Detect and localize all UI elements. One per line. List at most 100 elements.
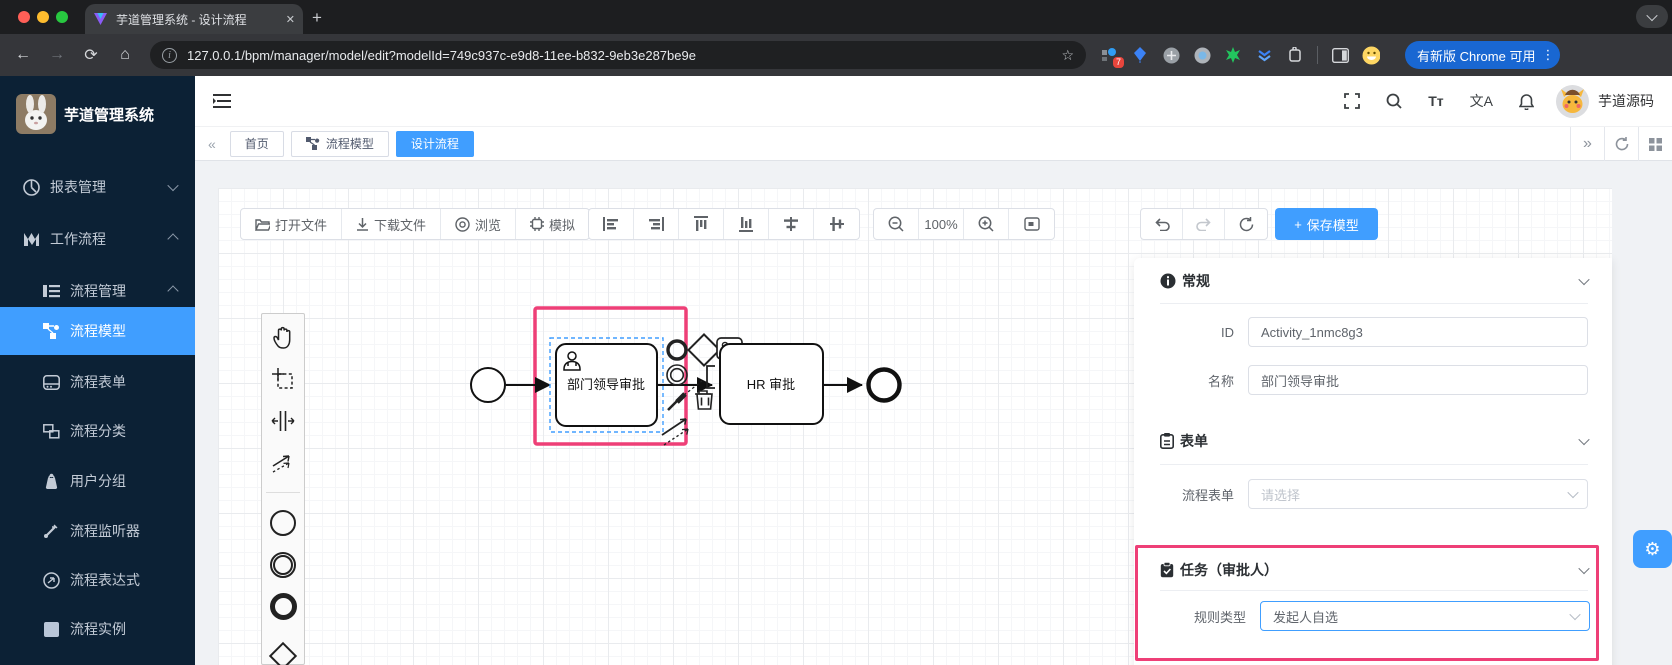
sidebar-item-process-task[interactable]: 流程任务 — [0, 653, 195, 665]
designer-content: 打开文件 下载文件 浏览 模拟 — [195, 161, 1672, 665]
tabs-scroll-left-icon[interactable]: « — [208, 136, 216, 152]
extension-green-icon[interactable] — [1224, 46, 1242, 64]
field-row-process-form: 流程表单 请选择 — [1134, 479, 1588, 509]
layout-grid-icon[interactable] — [1638, 127, 1672, 161]
rule-type-select[interactable]: 发起人自选 — [1260, 601, 1590, 631]
sidebar-item-workflow[interactable]: 工作流程 — [0, 215, 195, 263]
extension-axure-icon[interactable]: 7 — [1100, 46, 1118, 64]
view-tab-home[interactable]: 首页 — [230, 131, 284, 157]
end-event-node[interactable] — [869, 370, 900, 401]
chevron-down-icon[interactable] — [1578, 434, 1589, 445]
section-title: 表单 — [1180, 431, 1208, 451]
list-icon — [42, 282, 60, 300]
tab-search-button[interactable] — [1636, 5, 1668, 28]
sidebar-item-report[interactable]: 报表管理 — [0, 163, 195, 211]
user-avatar[interactable] — [1556, 85, 1589, 118]
tabs-scroll-right-icon[interactable]: » — [1570, 127, 1604, 161]
workflow-m-icon — [22, 230, 40, 248]
extensions-puzzle-icon[interactable] — [1286, 46, 1304, 64]
sidebar-item-label: 工作流程 — [50, 229, 106, 249]
connect-tool-icon[interactable] — [662, 419, 688, 445]
minimize-window-button[interactable] — [37, 11, 49, 23]
field-row-rule-type: 规则类型 发起人自选 — [1146, 601, 1590, 631]
maximize-window-button[interactable] — [56, 11, 68, 23]
extension-badge: 7 — [1113, 57, 1124, 68]
view-tab-process-model[interactable]: 流程模型 — [291, 131, 389, 157]
section-general[interactable]: 常规 — [1160, 270, 1588, 292]
sidebar-item-process-form[interactable]: 流程表单 — [0, 358, 195, 406]
sidebar-item-process-model[interactable]: 流程模型 — [0, 307, 195, 355]
field-label: 规则类型 — [1146, 607, 1246, 626]
url-text: 127.0.0.1/bpm/manager/model/edit?modelId… — [187, 48, 696, 63]
sidebar: 芋道管理系统 报表管理 工作流程 流程管理 流程模型 流程表单 流程分类 — [0, 76, 195, 665]
chevron-down-icon[interactable] — [1578, 274, 1589, 285]
extension-gray-icon[interactable] — [1162, 46, 1180, 64]
tab-close-icon[interactable]: ✕ — [286, 13, 295, 26]
sidebar-item-label: 流程管理 — [70, 281, 126, 301]
search-icon[interactable] — [1386, 93, 1402, 109]
name-input[interactable] — [1248, 365, 1588, 395]
id-input[interactable] — [1248, 317, 1588, 347]
sidebar-item-label: 流程分类 — [70, 421, 126, 441]
text-size-icon[interactable]: Tт — [1428, 93, 1443, 109]
chrome-update-button[interactable]: 有新版 Chrome 可用 ⋮ — [1405, 41, 1560, 69]
reload-icon[interactable]: ⟳ — [74, 45, 108, 65]
bell-icon[interactable] — [1519, 93, 1534, 110]
sidebar-item-label: 报表管理 — [50, 177, 106, 197]
browser-tabstrip: 芋道管理系统 - 设计流程 ✕ + — [0, 0, 1672, 34]
view-tabbar: « 首页 流程模型 设计流程 » — [195, 127, 1672, 161]
divider — [1160, 303, 1588, 304]
fullscreen-icon[interactable] — [1344, 93, 1360, 109]
start-event-node[interactable] — [471, 368, 505, 402]
chevron-down-icon — [1567, 487, 1578, 498]
site-info-icon[interactable]: i — [162, 48, 177, 63]
close-window-button[interactable] — [18, 11, 30, 23]
instance-icon — [42, 620, 60, 638]
field-label: ID — [1134, 325, 1234, 340]
sidebar-item-label: 流程实例 — [70, 619, 126, 639]
sidebar-item-process-instance[interactable]: 流程实例 — [0, 605, 195, 653]
tab-title: 芋道管理系统 - 设计流程 — [116, 11, 278, 28]
collapse-menu-icon[interactable] — [213, 94, 231, 108]
sidebar-item-process-category[interactable]: 流程分类 — [0, 407, 195, 455]
view-tab-label: 流程模型 — [326, 135, 374, 152]
home-icon[interactable]: ⌂ — [108, 46, 142, 64]
delete-icon[interactable] — [695, 391, 712, 409]
bookmark-star-icon[interactable]: ☆ — [1061, 47, 1074, 64]
share-nodes-icon — [306, 137, 320, 150]
profile-avatar-icon[interactable] — [1362, 46, 1380, 64]
extension-lens-icon[interactable] — [1193, 46, 1211, 64]
select-value: 发起人自选 — [1273, 607, 1338, 626]
username[interactable]: 芋道源码 — [1598, 91, 1654, 111]
sidebar-item-process-listener[interactable]: 流程监听器 — [0, 507, 195, 555]
refresh-tab-icon[interactable] — [1604, 127, 1638, 161]
sidebar-item-user-group[interactable]: 用户分组 — [0, 457, 195, 505]
sidebar-item-label: 流程表达式 — [70, 570, 140, 590]
section-task-assignee[interactable]: 任务（审批人） — [1160, 559, 1588, 581]
bag-icon — [42, 472, 60, 490]
process-form-select[interactable]: 请选择 — [1248, 479, 1588, 509]
back-icon[interactable]: ← — [6, 46, 40, 64]
browser-tab[interactable]: 芋道管理系统 - 设计流程 ✕ — [85, 4, 303, 34]
section-form[interactable]: 表单 — [1160, 430, 1588, 452]
settings-gear-button[interactable]: ⚙ — [1633, 530, 1672, 568]
new-tab-button[interactable]: + — [312, 8, 322, 28]
extension-scroll-icon[interactable] — [1255, 46, 1273, 64]
address-bar[interactable]: i 127.0.0.1/bpm/manager/model/edit?model… — [150, 41, 1086, 69]
share-nodes-icon — [42, 322, 60, 340]
side-panel-icon[interactable] — [1331, 46, 1349, 64]
sidebar-item-label: 流程监听器 — [70, 521, 140, 541]
extension-kite-icon[interactable] — [1131, 46, 1149, 64]
forward-icon[interactable]: → — [40, 46, 74, 64]
chevron-down-icon[interactable] — [1578, 563, 1589, 574]
divider — [1160, 590, 1588, 591]
append-gateway-icon[interactable] — [688, 334, 719, 365]
sidebar-item-process-expression[interactable]: 流程表达式 — [0, 556, 195, 604]
translate-icon[interactable]: 文A — [1470, 91, 1493, 111]
view-tab-design-process[interactable]: 设计流程 — [396, 131, 474, 157]
append-end-event-icon[interactable] — [668, 341, 686, 359]
sidebar-item-label: 流程模型 — [70, 321, 126, 341]
browser-menu-icon[interactable]: ⋮ — [1541, 47, 1554, 63]
field-label: 名称 — [1134, 371, 1234, 390]
field-row-id: ID — [1134, 317, 1588, 347]
